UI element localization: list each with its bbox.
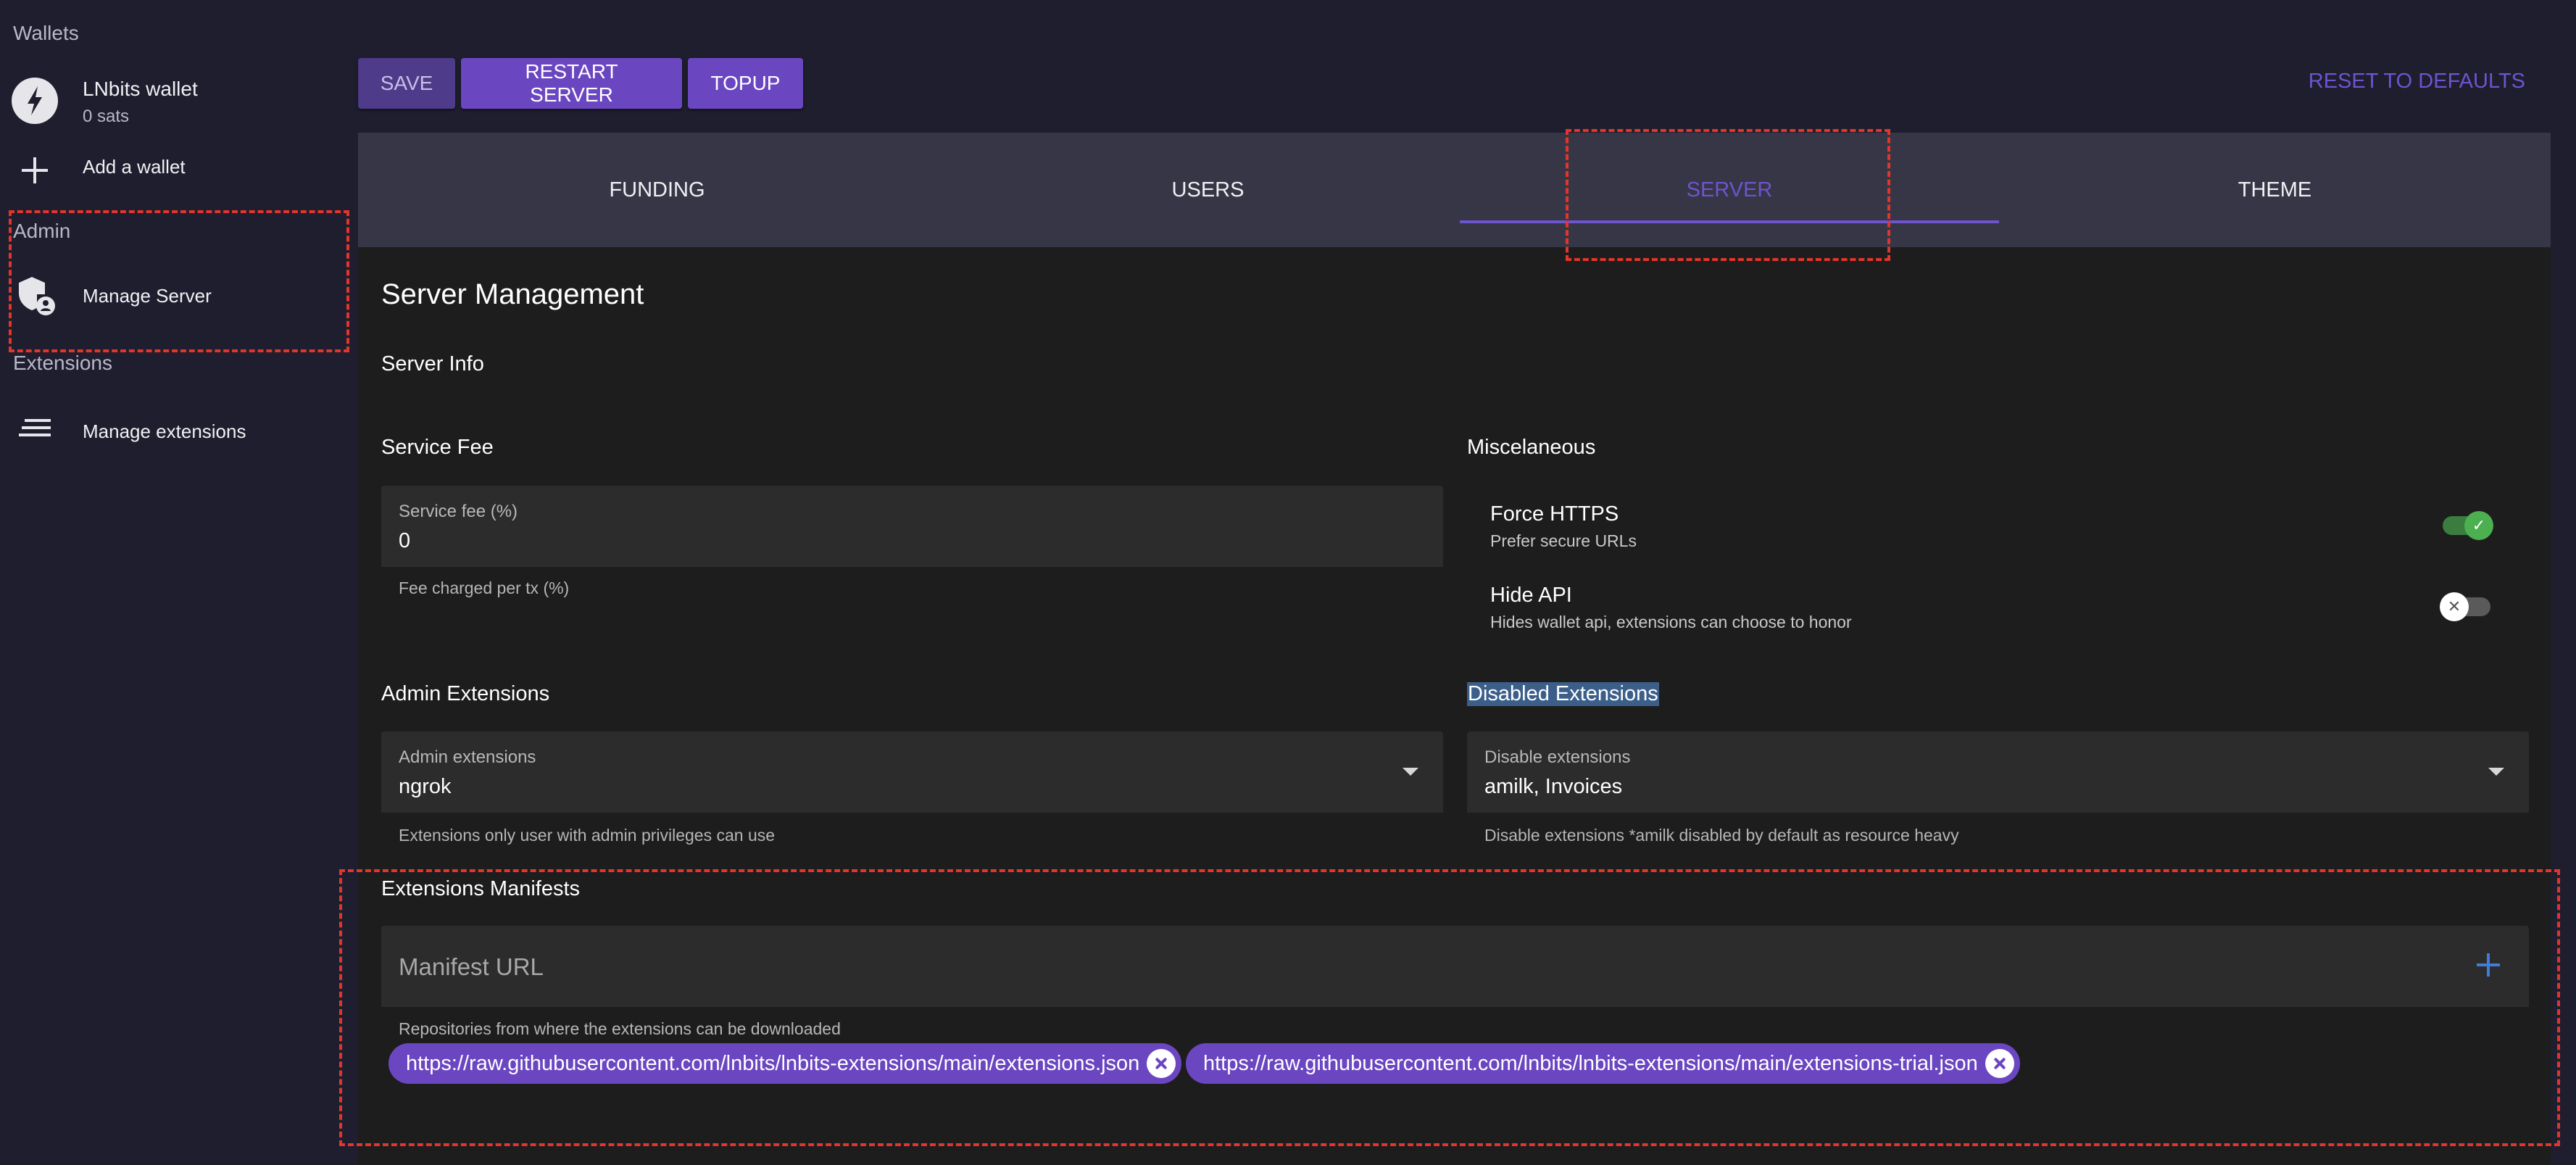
disabled-extensions-value: amilk, Invoices [1484,775,1623,798]
chevron-down-icon [2488,768,2504,776]
chevron-down-icon [1403,768,1418,776]
server-info-heading: Server Info [381,352,484,376]
wallet-name: LNbits wallet [83,78,198,100]
disabled-extensions-heading: Disabled Extensions [1467,682,1659,706]
page-title: Server Management [381,278,644,310]
admin-extensions-select[interactable]: Admin extensions ngrok [381,731,1443,813]
close-icon: ✕ [2440,592,2469,621]
admin-extensions-hint: Extensions only user with admin privileg… [399,826,776,845]
highlight-box-manifests [339,869,2560,1146]
tab-theme[interactable]: THEME [1999,133,2551,247]
sidebar-item-add-wallet[interactable]: Add a wallet [0,138,341,203]
add-wallet-label: Add a wallet [83,156,186,178]
wallets-heading: Wallets [13,22,79,44]
service-fee-input[interactable]: Service fee (%) 0 [381,486,1443,567]
misc-heading: Miscelaneous [1467,436,1596,459]
manage-extensions-label: Manage extensions [83,420,246,442]
highlight-box-manage-server [9,210,349,352]
hide-api-toggle[interactable]: ✕ [2440,592,2490,621]
admin-extensions-label: Admin extensions [399,747,536,767]
plus-icon [12,147,58,194]
sidebar-item-wallet[interactable]: LNbits wallet 0 sats [0,69,341,134]
sidebar-item-manage-extensions[interactable]: Manage extensions [0,395,341,460]
hide-api-title: Hide API [1490,584,1572,607]
save-button[interactable]: SAVE [358,58,455,109]
admin-extensions-heading: Admin Extensions [381,682,550,705]
hide-api-subtitle: Hides wallet api, extensions can choose … [1490,613,1852,631]
highlight-box-server-tab [1566,129,1890,261]
service-fee-heading: Service Fee [381,436,494,459]
force-https-title: Force HTTPS [1490,502,1619,526]
wallet-balance: 0 sats [83,107,130,126]
menu-lines-icon [12,405,58,451]
settings-tabs: FUNDING USERS SERVER THEME [358,133,2551,247]
extensions-heading: Extensions [13,352,112,374]
tab-users[interactable]: USERS [956,133,1460,247]
reset-to-defaults-button[interactable]: RESET TO DEFAULTS [2309,70,2525,94]
disabled-extensions-select[interactable]: Disable extensions amilk, Invoices [1467,731,2529,813]
check-icon: ✓ [2464,511,2493,540]
service-fee-label: Service fee (%) [399,502,518,521]
force-https-toggle[interactable]: ✓ [2443,511,2493,540]
service-fee-hint: Fee charged per tx (%) [399,579,570,597]
service-fee-value: 0 [399,529,411,552]
disabled-extensions-label: Disable extensions [1484,747,1631,767]
topup-button[interactable]: TOPUP [688,58,803,109]
tab-funding[interactable]: FUNDING [358,133,956,247]
bolt-icon [12,78,58,124]
disabled-extensions-hint: Disable extensions *amilk disabled by de… [1484,826,1959,845]
force-https-subtitle: Prefer secure URLs [1490,531,1637,550]
restart-server-button[interactable]: RESTART SERVER [461,58,682,109]
admin-extensions-value: ngrok [399,775,452,798]
